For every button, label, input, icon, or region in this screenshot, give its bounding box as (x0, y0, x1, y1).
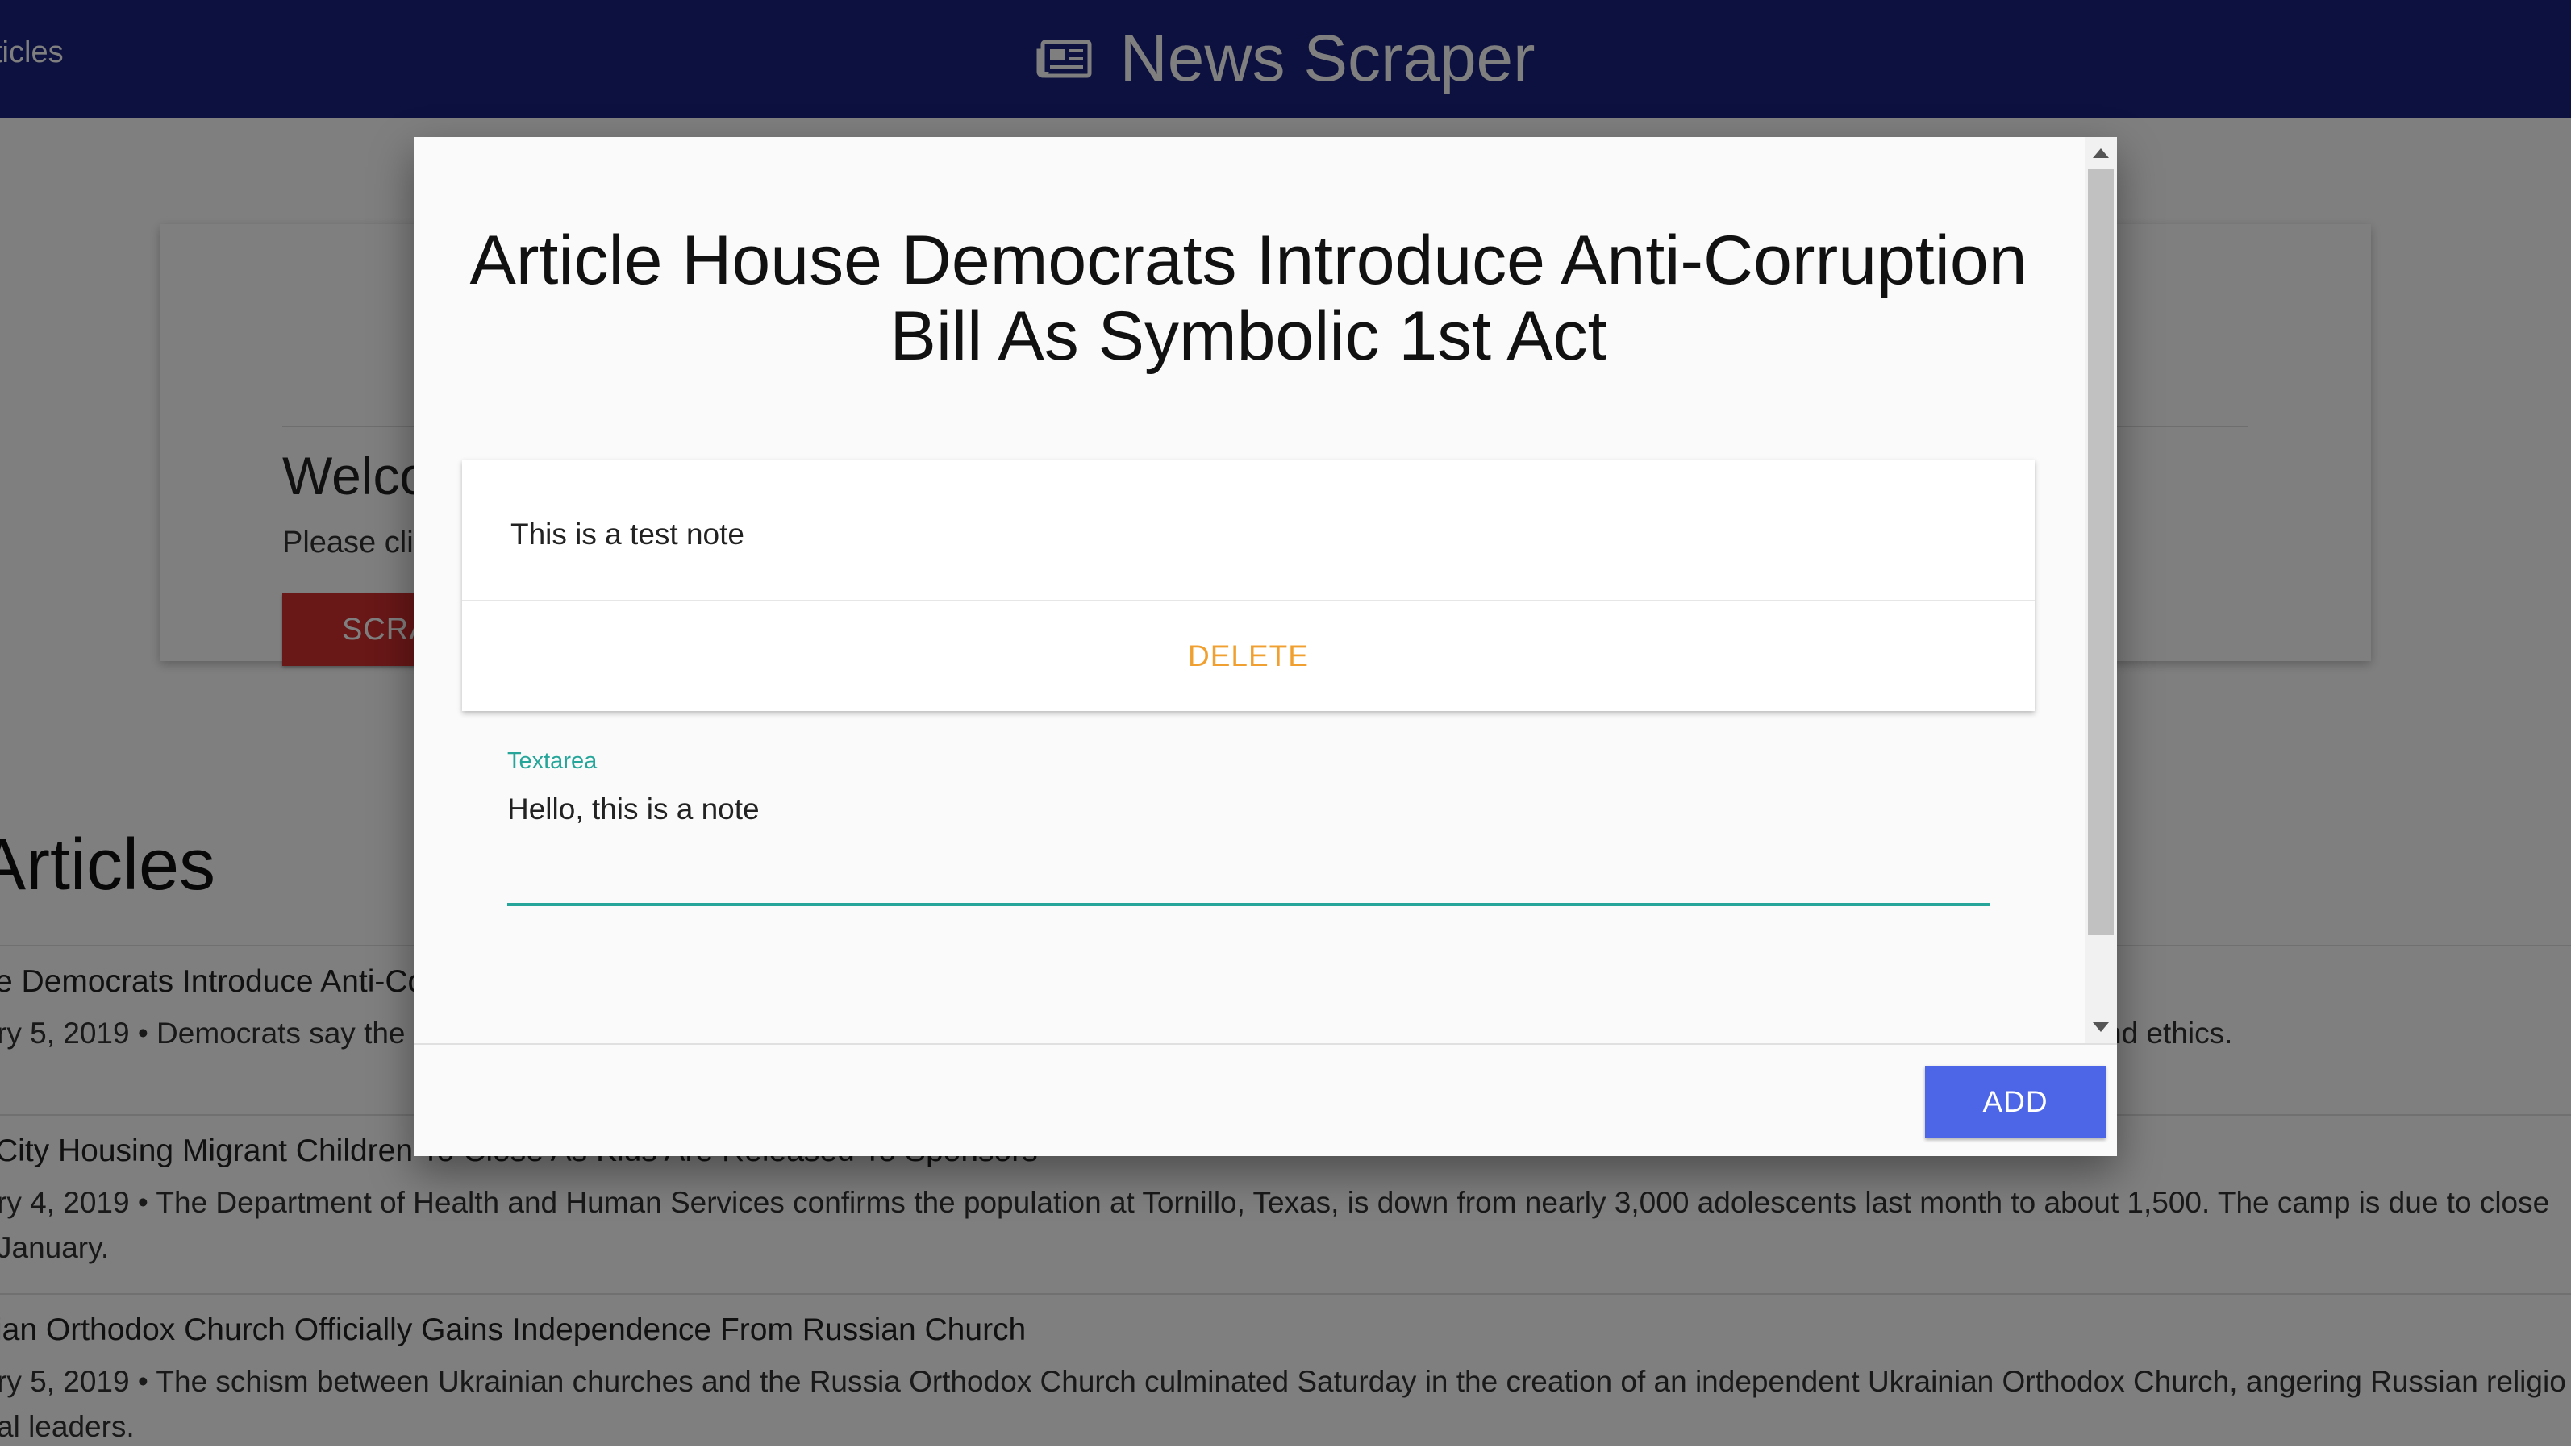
delete-note-button[interactable]: DELETE (462, 601, 2035, 711)
modal-scrollbar[interactable] (2085, 137, 2117, 1043)
note-card: This is a test note DELETE (462, 460, 2035, 711)
scroll-thumb[interactable] (2088, 169, 2114, 935)
scroll-up-arrow-icon[interactable] (2093, 148, 2109, 158)
modal-footer: ADD (414, 1043, 2117, 1156)
notes-modal: Article House Democrats Introduce Anti-C… (414, 137, 2117, 1156)
modal-title: Article House Democrats Introduce Anti-C… (469, 222, 2027, 375)
modal-content: Article House Democrats Introduce Anti-C… (414, 137, 2085, 1043)
note-textarea[interactable]: Hello, this is a note (507, 790, 1990, 906)
scroll-down-arrow-icon[interactable] (2093, 1022, 2109, 1032)
add-note-button[interactable]: ADD (1925, 1066, 2106, 1138)
note-text: This is a test note (510, 518, 744, 551)
textarea-label: Textarea (507, 748, 598, 774)
